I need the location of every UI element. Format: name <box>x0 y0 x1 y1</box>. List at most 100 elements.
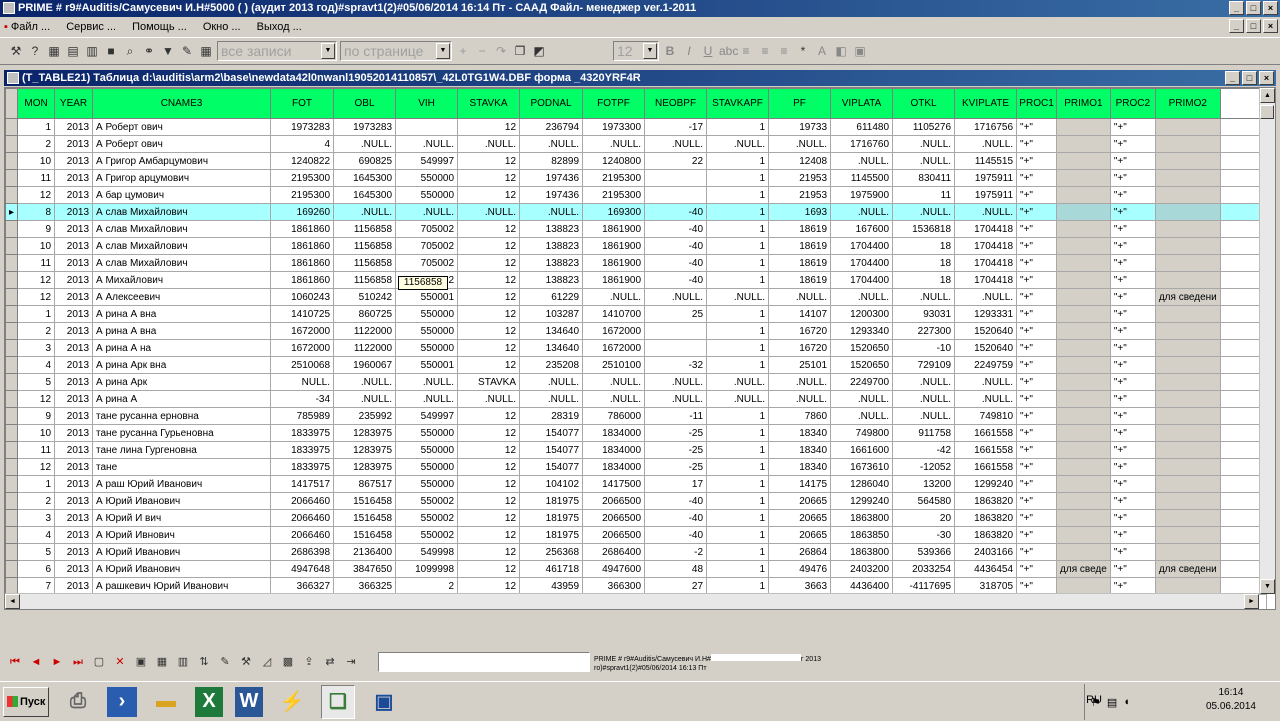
cell-stavkapf[interactable]: 1 <box>706 305 770 323</box>
cell-fotpf[interactable]: 4947600 <box>582 560 646 578</box>
cell-obl[interactable]: 366325 <box>333 577 397 595</box>
border-icon[interactable]: ▣ <box>852 43 868 59</box>
row-selector[interactable] <box>5 118 19 136</box>
cell-primo2[interactable]: для сведени <box>1154 288 1221 306</box>
cell-year[interactable]: 2013 <box>54 390 94 408</box>
cell-neobpf[interactable]: -11 <box>644 407 708 425</box>
cell-fot[interactable]: 2195300 <box>270 169 335 187</box>
cell-proc2[interactable]: "+" <box>1109 118 1156 136</box>
cell-primo2[interactable] <box>1154 424 1221 442</box>
cell-fotpf[interactable]: 2195300 <box>582 169 646 187</box>
cell-vih[interactable]: 550000 <box>395 169 459 187</box>
italic-button[interactable]: I <box>681 43 697 59</box>
cell-vih[interactable]: 550001 <box>395 356 459 374</box>
cell-otkl[interactable]: -30 <box>892 526 956 544</box>
cell-obl[interactable]: 1516458 <box>333 526 397 544</box>
cell-cname3[interactable]: тане русанна Гурьеновна <box>92 424 272 442</box>
cell-kviplate[interactable]: 1661558 <box>954 458 1018 476</box>
help-icon[interactable]: ? <box>27 43 43 59</box>
row-selector[interactable] <box>5 407 19 425</box>
cell-obl[interactable]: 867517 <box>333 475 397 493</box>
cell-fotpf[interactable]: 1861900 <box>582 237 646 255</box>
cell-vih[interactable]: 2 <box>395 577 459 595</box>
table-row[interactable]: 1 2013 А Роберт ович 1973283 1973283 12 236794… <box>5 118 1267 136</box>
cell-fot[interactable]: 2066460 <box>270 526 335 544</box>
cell-podnal[interactable]: 134640 <box>519 339 584 357</box>
cell-proc1[interactable]: "+" <box>1016 407 1058 425</box>
cell-stavkapf[interactable]: 1 <box>706 322 770 340</box>
cell-mon[interactable]: 4 <box>17 356 56 374</box>
table-row[interactable]: 5 2013 А рина Арк NULL. .NULL. .NULL. STAVKA .N… <box>5 373 1267 391</box>
cell-primo2[interactable] <box>1154 169 1221 187</box>
cell-proc2[interactable]: "+" <box>1109 135 1156 153</box>
cell-podnal[interactable]: 154077 <box>519 441 584 459</box>
cell-stavkapf[interactable]: 1 <box>706 526 770 544</box>
cell-viplata[interactable]: 1145500 <box>830 169 894 187</box>
cell-stavka[interactable]: 12 <box>457 186 521 204</box>
cell-fotpf[interactable]: 1672000 <box>582 339 646 357</box>
taskbar-app-word[interactable]: W <box>235 686 263 717</box>
cell-fotpf[interactable]: 1410700 <box>582 305 646 323</box>
cell-neobpf[interactable]: -2 <box>644 543 708 561</box>
cell-neobpf[interactable]: -40 <box>644 237 708 255</box>
table-row[interactable]: 12 2013 А рина А -34 .NULL. .NULL. .NULL. .NULL… <box>5 390 1267 408</box>
cell-fot[interactable]: 1861860 <box>270 220 335 238</box>
cell-proc1[interactable]: "+" <box>1016 169 1058 187</box>
font-size-select[interactable]: 12 ▼ <box>613 41 659 61</box>
cell-primo2[interactable] <box>1154 509 1221 527</box>
cell-proc1[interactable]: "+" <box>1016 458 1058 476</box>
cell-proc1[interactable]: "+" <box>1016 577 1058 595</box>
cell-stavkapf[interactable]: .NULL. <box>706 390 770 408</box>
cell-neobpf[interactable]: -40 <box>644 509 708 527</box>
cell-fot[interactable]: 2686398 <box>270 543 335 561</box>
table-row[interactable]: 3 2013 А Юрий И вич 2066460 1516458 550002 12 1… <box>5 509 1267 527</box>
cell-cname3[interactable]: А Алексеевич <box>92 288 272 306</box>
cell-podnal[interactable]: 138823 <box>519 220 584 238</box>
cell-podnal[interactable]: .NULL. <box>519 373 584 391</box>
cell-year[interactable]: 2013 <box>54 509 94 527</box>
cell-vih[interactable]: 705002 <box>395 254 459 272</box>
cell-pf[interactable]: 7860 <box>768 407 832 425</box>
column-header-fotpf[interactable]: FOTPF <box>582 88 646 119</box>
cell-primo1[interactable] <box>1056 526 1111 544</box>
column-header-otkl[interactable]: OTKL <box>892 88 956 119</box>
cell-stavka[interactable]: 12 <box>457 339 521 357</box>
cell-proc1[interactable]: "+" <box>1016 441 1058 459</box>
cell-viplata[interactable]: .NULL. <box>830 203 894 221</box>
cell-mon[interactable]: 4 <box>17 526 56 544</box>
row-selector[interactable] <box>5 288 19 306</box>
cell-pf[interactable]: 21953 <box>768 186 832 204</box>
cell-fotpf[interactable]: 2066500 <box>582 509 646 527</box>
cell-podnal[interactable]: 181975 <box>519 509 584 527</box>
cell-podnal[interactable]: .NULL. <box>519 135 584 153</box>
cell-fot[interactable]: 169260 <box>270 203 335 221</box>
row-selector[interactable] <box>5 237 19 255</box>
table-row[interactable]: 11 2013 А слав Михайлович 1861860 1156858 705… <box>5 254 1267 272</box>
cell-primo2[interactable] <box>1154 271 1221 289</box>
cell-cname3[interactable]: А бар цумович <box>92 186 272 204</box>
cell-kviplate[interactable]: .NULL. <box>954 203 1018 221</box>
strike-icon[interactable]: abc <box>719 43 738 59</box>
cell-mon[interactable]: 3 <box>17 509 56 527</box>
cell-year[interactable]: 2013 <box>54 543 94 561</box>
cell-year[interactable]: 2013 <box>54 135 94 153</box>
cell-obl[interactable]: 510242 <box>333 288 397 306</box>
cell-proc2[interactable]: "+" <box>1109 492 1156 510</box>
table-row[interactable]: 10 2013 А слав Михайлович 1861860 1156858 705… <box>5 237 1267 255</box>
cell-viplata[interactable]: 749800 <box>830 424 894 442</box>
cell-fotpf[interactable]: 786000 <box>582 407 646 425</box>
cell-kviplate[interactable]: 1661558 <box>954 441 1018 459</box>
cell-mon[interactable]: 6 <box>17 560 56 578</box>
cell-proc1[interactable]: "+" <box>1016 424 1058 442</box>
cell-mon[interactable]: 12 <box>17 390 56 408</box>
cell-vih[interactable]: 549998 <box>395 543 459 561</box>
cell-stavka[interactable]: 12 <box>457 424 521 442</box>
cell-proc2[interactable]: "+" <box>1109 288 1156 306</box>
cell-proc2[interactable]: "+" <box>1109 441 1156 459</box>
cell-obl[interactable]: 1516458 <box>333 509 397 527</box>
cell-year[interactable]: 2013 <box>54 254 94 272</box>
cell-primo1[interactable] <box>1056 322 1111 340</box>
cell-fot[interactable]: 1861860 <box>270 271 335 289</box>
taskbar-app-excel[interactable]: X <box>195 686 223 717</box>
child-minimize-button[interactable]: _ <box>1225 71 1240 85</box>
